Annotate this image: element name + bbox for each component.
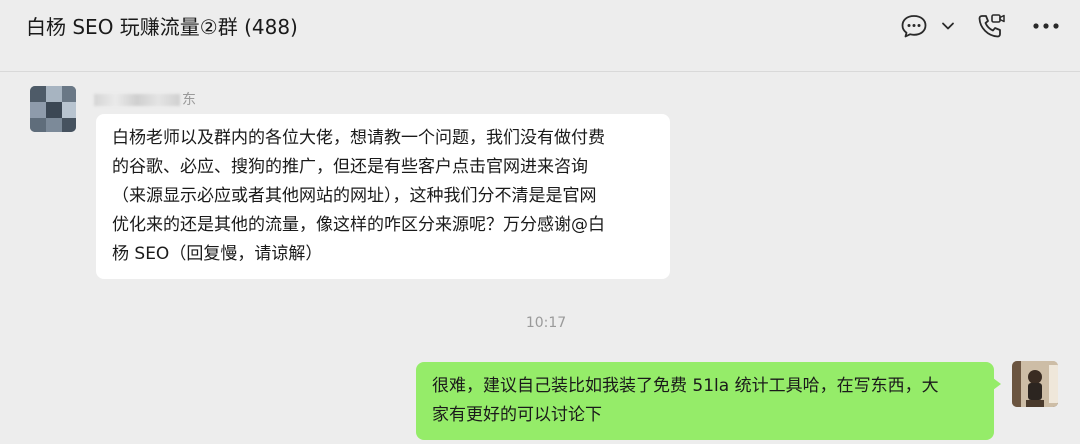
outgoing-message-bubble[interactable]: 很难，建议自己装比如我装了免费 51la 统计工具哈，在写东西，大 家有更好的可… — [416, 362, 1001, 440]
chat-header: 白杨 SEO 玩赚流量②群 (488) — [0, 0, 1080, 72]
my-avatar[interactable] — [1012, 361, 1058, 407]
outgoing-message-text: 很难，建议自己装比如我装了免费 51la 统计工具哈，在写东西，大 家有更好的可… — [432, 376, 939, 425]
chat-bubble-icon[interactable] — [898, 12, 930, 40]
person-avatar-icon — [1012, 361, 1058, 407]
redacted-name — [94, 94, 180, 106]
phone-video-icon[interactable] — [974, 10, 1008, 42]
chevron-down-icon[interactable] — [938, 16, 958, 36]
chat-title: 白杨 SEO 玩赚流量②群 (488) — [26, 15, 298, 39]
sender-avatar[interactable] — [30, 86, 76, 132]
more-icon[interactable] — [1028, 12, 1064, 40]
incoming-message-text: 白杨老师以及群内的各位大佬，想请教一个问题，我们没有做付费 的谷歌、必应、搜狗的… — [112, 128, 605, 264]
incoming-message-bubble[interactable]: 白杨老师以及群内的各位大佬，想请教一个问题，我们没有做付费 的谷歌、必应、搜狗的… — [96, 114, 670, 279]
chat-window: 白杨 SEO 玩赚流量②群 (488) 东 白杨老师以及群内的各位大佬，想请教一… — [0, 0, 1080, 444]
sender-name: 东 — [94, 90, 196, 110]
message-timestamp: 10:17 — [525, 315, 567, 331]
